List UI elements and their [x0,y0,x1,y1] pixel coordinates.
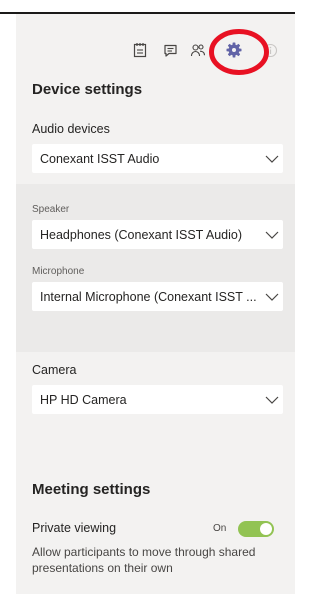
participants-icon[interactable] [188,40,208,60]
speaker-label: Speaker [32,204,70,215]
settings-panel: Device settings Audio devices Conexant I… [16,14,295,594]
chevron-down-icon [261,392,283,408]
private-viewing-toggle[interactable] [238,521,274,537]
device-settings-title: Device settings [32,81,143,98]
chevron-down-icon [261,289,283,305]
microphone-value: Internal Microphone (Conexant ISST ... [40,289,257,304]
speaker-dropdown[interactable]: Headphones (Conexant ISST Audio) [32,220,283,249]
top-bar [0,0,295,14]
speaker-value: Headphones (Conexant ISST Audio) [40,227,242,242]
camera-dropdown[interactable]: HP HD Camera [32,385,283,414]
camera-label: Camera [32,363,77,377]
audio-devices-label: Audio devices [32,122,110,136]
private-viewing-label: Private viewing [32,521,117,535]
private-viewing-state: On [213,523,227,534]
audio-devices-dropdown[interactable]: Conexant ISST Audio [32,144,283,173]
notes-icon[interactable] [130,40,150,60]
private-viewing-description: Allow participants to move through share… [32,545,256,575]
microphone-dropdown[interactable]: Internal Microphone (Conexant ISST ... [32,282,283,311]
panel-toolbar [16,29,295,75]
chat-icon[interactable] [160,40,180,60]
meeting-settings-title: Meeting settings [32,481,151,498]
audio-detail-section: Speaker Headphones (Conexant ISST Audio)… [16,184,295,352]
chevron-down-icon [261,151,283,167]
camera-value: HP HD Camera [40,392,127,407]
annotation-circle [209,29,269,75]
microphone-label: Microphone [32,266,85,277]
toggle-knob [260,523,272,535]
audio-devices-value: Conexant ISST Audio [40,151,160,166]
chevron-down-icon [261,227,283,243]
